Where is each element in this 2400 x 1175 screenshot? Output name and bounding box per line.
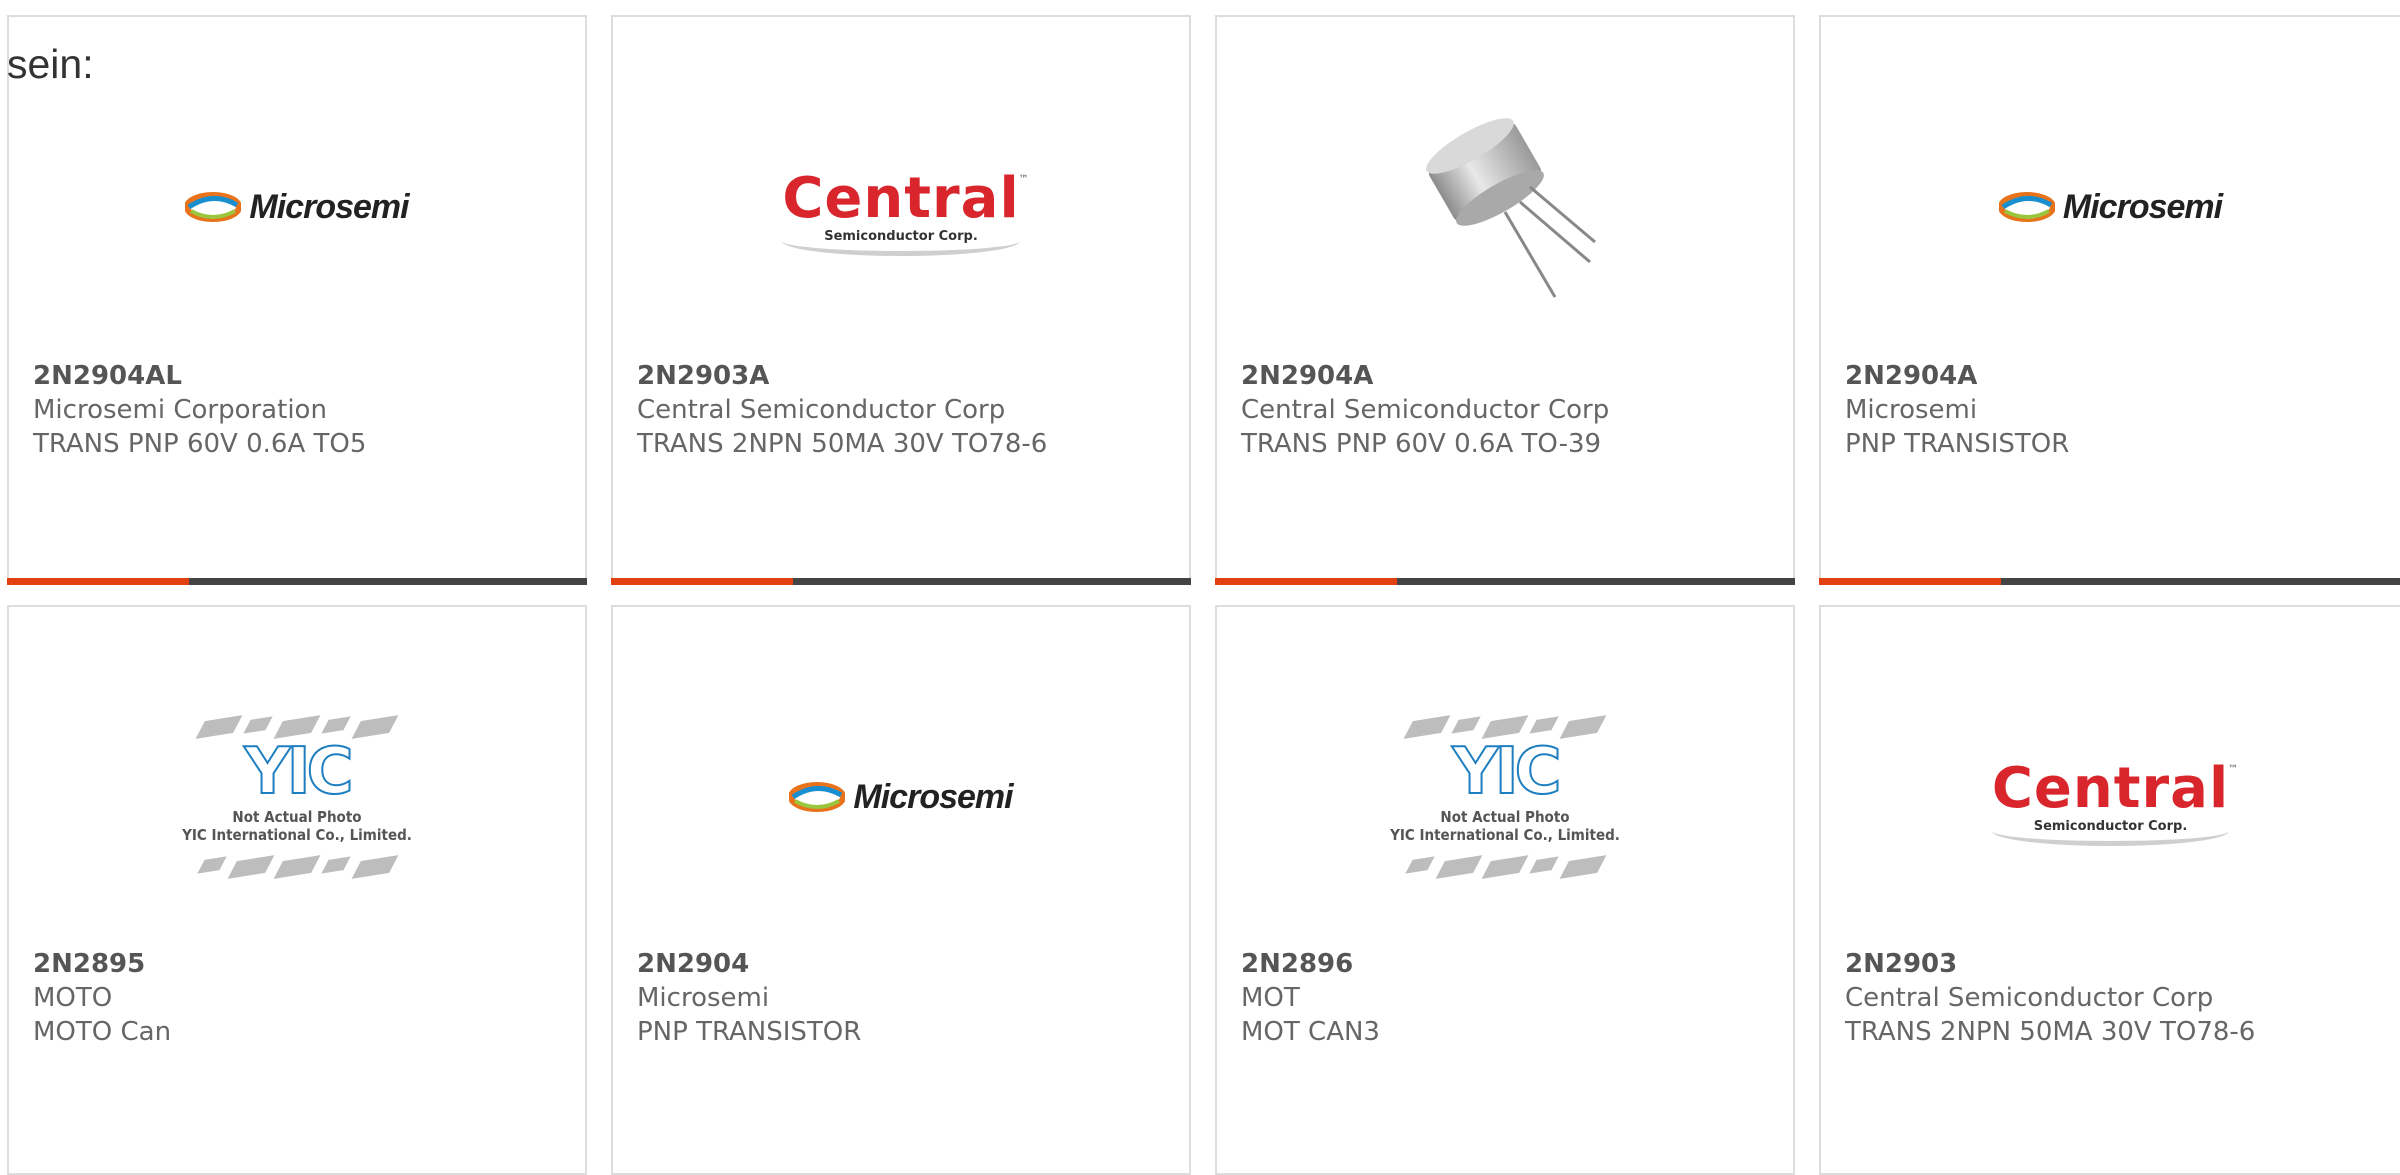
product-info: 2N2895 MOTO MOTO Can (33, 947, 171, 1049)
to39-transistor-photo (1426, 118, 1596, 298)
product-card[interactable]: Central ™ Semiconductor Corp. 2N2903A Cen… (611, 15, 1191, 585)
description: PNP TRANSISTOR (637, 1017, 862, 1047)
product-image[interactable]: Microsemi (1821, 67, 2400, 347)
central-logo: Central ™ Semiconductor Corp. (1991, 760, 2238, 846)
manufacturer: Central Semiconductor Corp (1241, 395, 1610, 425)
product-info: 2N2904 Microsemi PNP TRANSISTOR (637, 947, 861, 1049)
product-info: 2N2904A Central Semiconductor Corp TRANS… (1241, 359, 1609, 461)
description: MOTO Can (33, 1017, 172, 1047)
yic-logo: YIC (1451, 735, 1562, 809)
part-number[interactable]: 2N2904 (637, 947, 861, 981)
card-accent (1215, 578, 1397, 585)
card-bottom-bar (1215, 578, 1795, 585)
product-image[interactable]: YIC Not Actual Photo YIC International C… (1217, 647, 1793, 947)
microsemi-logo: Microsemi (185, 188, 410, 227)
part-number[interactable]: 2N2895 (33, 947, 171, 981)
manufacturer: Central Semiconductor Corp (637, 395, 1006, 425)
part-number[interactable]: 2N2904AL (33, 359, 366, 393)
description: TRANS PNP 60V 0.6A TO5 (33, 429, 367, 459)
part-number[interactable]: 2N2896 (1241, 947, 1380, 981)
card-accent (1819, 578, 2001, 585)
product-card[interactable]: Microsemi 2N2904A Microsemi PNP TRANSIST… (1819, 15, 2400, 585)
manufacturer: Central Semiconductor Corp (1845, 983, 2214, 1013)
product-card[interactable]: Microsemi 2N2904AL Microsemi Corporation… (7, 15, 587, 585)
product-image[interactable] (1217, 67, 1793, 347)
description: TRANS 2NPN 50MA 30V TO78-6 (637, 429, 1048, 459)
product-image[interactable]: Microsemi (613, 657, 1189, 937)
product-card[interactable]: Microsemi 2N2904 Microsemi PNP TRANSISTO… (611, 605, 1191, 1175)
product-info: 2N2903 Central Semiconductor Corp TRANS … (1845, 947, 2255, 1049)
microsemi-logo: Microsemi (1998, 188, 2223, 227)
description: TRANS 2NPN 50MA 30V TO78-6 (1845, 1017, 2256, 1047)
product-info: 2N2903A Central Semiconductor Corp TRANS… (637, 359, 1047, 461)
product-info: 2N2896 MOT MOT CAN3 (1241, 947, 1380, 1049)
part-number[interactable]: 2N2903A (637, 359, 1047, 393)
card-bottom-bar (611, 578, 1191, 585)
manufacturer: Microsemi (1845, 395, 1978, 425)
card-bottom-bar (7, 578, 587, 585)
yic-placeholder-image: YIC Not Actual Photo YIC International C… (182, 715, 412, 879)
product-card[interactable]: YIC Not Actual Photo YIC International C… (1215, 605, 1795, 1175)
section-heading: sein: (7, 41, 94, 87)
part-number[interactable]: 2N2904A (1241, 359, 1609, 393)
yic-logo: YIC (243, 735, 354, 809)
manufacturer: MOT (1241, 983, 1300, 1013)
manufacturer: MOTO (33, 983, 113, 1013)
card-bottom-bar (1819, 578, 2400, 585)
yic-placeholder-image: YIC Not Actual Photo YIC International C… (1390, 715, 1620, 879)
product-image[interactable]: Central ™ Semiconductor Corp. (613, 67, 1189, 347)
part-number[interactable]: 2N2904A (1845, 359, 2069, 393)
description: TRANS PNP 60V 0.6A TO-39 (1241, 429, 1602, 459)
manufacturer: Microsemi Corporation (33, 395, 327, 425)
product-info: 2N2904AL Microsemi Corporation TRANS PNP… (33, 359, 366, 461)
manufacturer: Microsemi (637, 983, 770, 1013)
product-grid: Microsemi 2N2904AL Microsemi Corporation… (0, 0, 2400, 1175)
central-logo: Central ™ Semiconductor Corp. (782, 170, 1029, 256)
product-card[interactable]: YIC Not Actual Photo YIC International C… (7, 605, 587, 1175)
description: PNP TRANSISTOR (1845, 429, 2070, 459)
product-image[interactable]: Central ™ Semiconductor Corp. (1821, 657, 2400, 937)
part-number[interactable]: 2N2903 (1845, 947, 2255, 981)
description: MOT CAN3 (1241, 1017, 1380, 1047)
card-accent (611, 578, 793, 585)
product-info: 2N2904A Microsemi PNP TRANSISTOR (1845, 359, 2069, 461)
microsemi-logo: Microsemi (789, 778, 1014, 817)
card-accent (7, 578, 189, 585)
product-image[interactable]: Microsemi (9, 67, 585, 347)
product-image[interactable]: YIC Not Actual Photo YIC International C… (9, 647, 585, 947)
product-card[interactable]: 2N2904A Central Semiconductor Corp TRANS… (1215, 15, 1795, 585)
product-card[interactable]: Central ™ Semiconductor Corp. 2N2903 Cent… (1819, 605, 2400, 1175)
